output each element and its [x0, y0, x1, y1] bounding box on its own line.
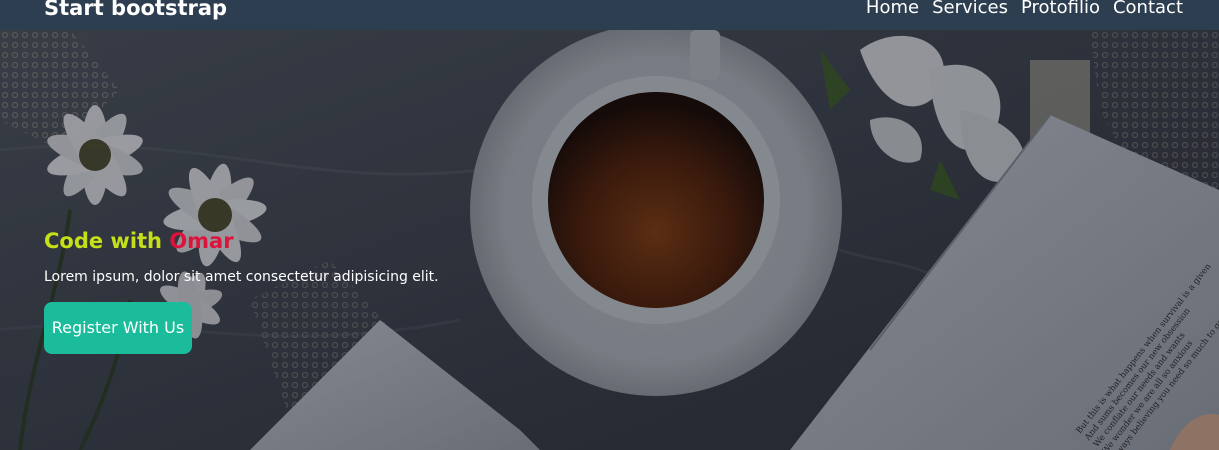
nav-link-contact[interactable]: Contact: [1113, 0, 1183, 19]
register-button[interactable]: Register With Us: [44, 302, 192, 354]
nav-link-portfolio[interactable]: Protofilio: [1021, 0, 1100, 19]
hero-title: Code with Omar: [44, 228, 439, 254]
nav-link-services[interactable]: Services: [932, 0, 1008, 19]
hero-title-accent: Omar: [169, 229, 234, 253]
brand-link[interactable]: Start bootstrap: [44, 0, 227, 19]
nav-link-home[interactable]: Home: [866, 0, 919, 19]
hero-subtitle: Lorem ipsum, dolor sit amet consectetur …: [44, 269, 439, 285]
hero-content: Code with Omar Lorem ipsum, dolor sit am…: [44, 228, 439, 354]
nav-links: Home Services Protofilio Contact: [866, 0, 1183, 19]
hero-section: But this is what happens when survival i…: [0, 30, 1219, 450]
navbar: Start bootstrap Home Services Protofilio…: [0, 0, 1219, 30]
hero-title-prefix: Code with: [44, 229, 170, 253]
